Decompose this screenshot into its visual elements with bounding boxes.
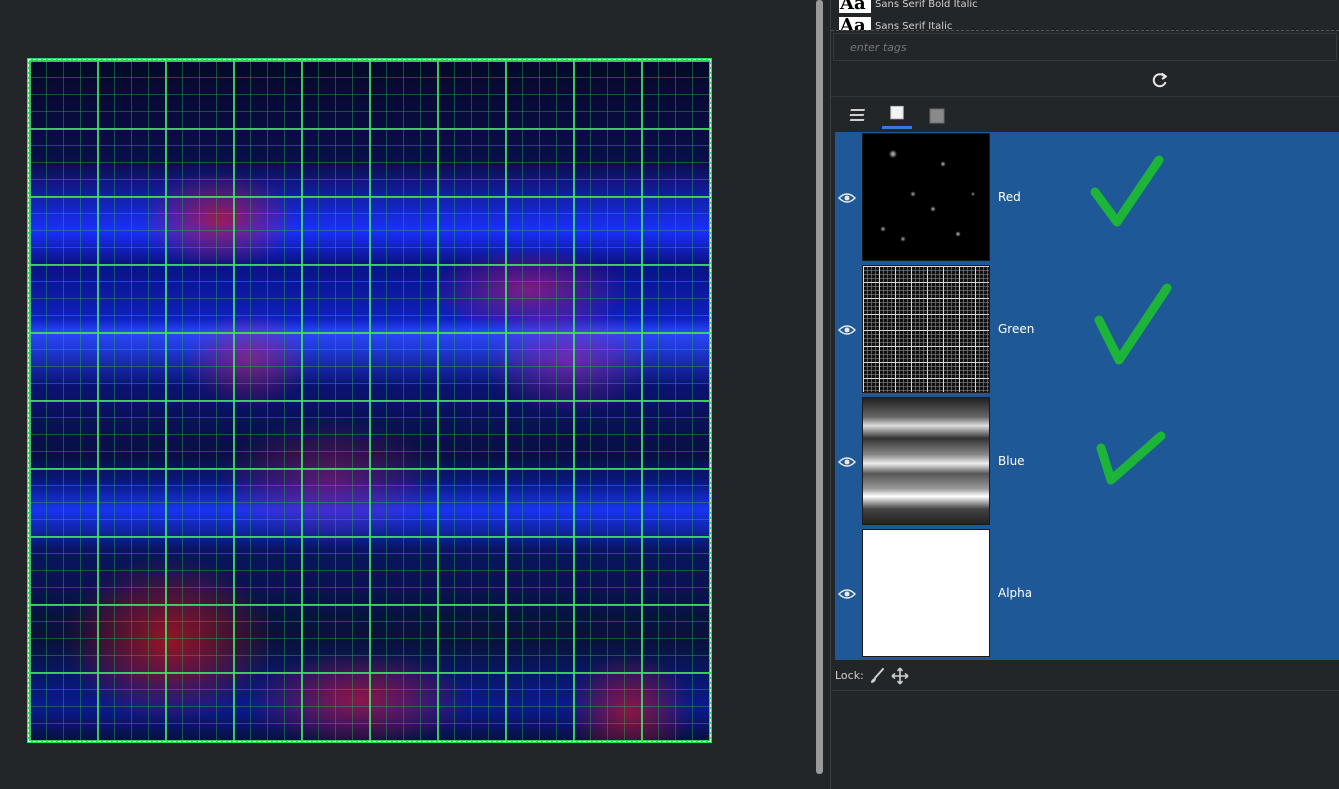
channel-thumbnail[interactable] [862,529,990,657]
lock-row: Lock: [831,662,1339,691]
channel-name: Green [998,322,1035,336]
canvas-vertical-scrollbar[interactable] [816,0,823,774]
font-name: Sans Serif Bold Italic [875,0,978,10]
check-mark-icon [1096,431,1166,485]
tags-input[interactable] [833,33,1337,61]
channel-row-blue[interactable]: Blue [835,396,1339,528]
channel-name: Alpha [998,586,1033,600]
channel-thumbnail[interactable] [862,133,990,261]
font-sample: Aa [839,17,871,30]
channel-row-red[interactable]: Red [835,132,1339,264]
lock-label: Lock: [835,669,864,682]
tab-paths[interactable] [922,101,952,129]
eye-icon[interactable] [838,587,856,601]
canvas-grid-coarse [29,60,710,741]
channel-thumbnail[interactable] [862,397,990,525]
font-sample: Aa [839,0,871,13]
font-list-item[interactable]: Aa Sans Serif Italic [839,16,953,31]
font-name: Sans Serif Italic [875,20,953,31]
tab-channels[interactable] [882,101,912,129]
lock-position-move-icon[interactable] [891,667,909,685]
eye-icon[interactable] [838,323,856,337]
layers-icon [849,109,866,121]
refresh-icon[interactable] [1149,70,1171,90]
image-canvas[interactable] [28,59,711,742]
channels-icon [890,105,904,120]
canvas-area[interactable] [0,0,810,789]
channel-name: Red [998,190,1021,204]
channel-list[interactable]: Red Green Blue Alpha [835,132,1339,660]
channel-thumbnail[interactable] [862,265,990,393]
tab-layers[interactable] [843,101,873,129]
lock-pixels-brush-icon[interactable] [869,668,885,684]
refresh-row [831,64,1339,97]
font-list-item[interactable]: Aa Sans Serif Bold Italic [839,0,978,14]
channel-name: Blue [998,454,1025,468]
paths-icon [929,108,945,124]
eye-icon[interactable] [838,455,856,469]
right-dock-panel: Aa Sans Serif Bold Italic Aa Sans Serif … [831,0,1339,789]
channel-row-alpha[interactable]: Alpha [835,528,1339,660]
channel-row-green[interactable]: Green [835,264,1339,396]
dock-tab-bar [831,98,1339,130]
check-mark-icon [1090,155,1164,227]
font-list[interactable]: Aa Sans Serif Bold Italic Aa Sans Serif … [831,0,1339,31]
eye-icon[interactable] [838,191,856,205]
check-mark-icon [1094,283,1172,365]
